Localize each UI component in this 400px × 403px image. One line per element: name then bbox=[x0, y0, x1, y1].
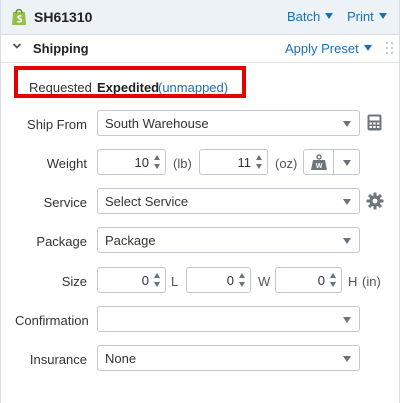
weight-lb-input[interactable]: 10 bbox=[97, 149, 166, 175]
unmapped-link[interactable]: (unmapped) bbox=[158, 80, 228, 95]
weight-label: Weight bbox=[46, 156, 87, 171]
chevron-down-icon bbox=[343, 121, 351, 127]
package-select[interactable]: Package bbox=[97, 227, 360, 253]
gear-icon[interactable] bbox=[366, 192, 384, 210]
width-unit: W bbox=[258, 274, 271, 289]
print-button[interactable]: Print bbox=[347, 9, 387, 24]
ship-from-label: Ship From bbox=[27, 117, 87, 132]
calculator-icon[interactable] bbox=[367, 114, 382, 131]
requested-service-value: Expedited bbox=[97, 80, 160, 95]
stepper-icon[interactable] bbox=[154, 155, 161, 170]
weight-oz-input[interactable]: 11 bbox=[199, 149, 268, 175]
batch-label: Batch bbox=[287, 9, 321, 24]
chevron-down-icon bbox=[343, 238, 351, 244]
insurance-label: Insurance bbox=[29, 352, 87, 367]
shipping-section-header: Shipping Apply Preset bbox=[1, 35, 399, 63]
chevron-down-icon bbox=[378, 13, 387, 19]
height-unit: H bbox=[348, 274, 358, 289]
requested-label: Requested bbox=[29, 80, 92, 95]
weight-oz-unit: (oz) bbox=[275, 156, 298, 171]
size-width-input[interactable]: 0 bbox=[186, 267, 251, 293]
ship-from-value: South Warehouse bbox=[105, 116, 209, 131]
weight-oz-value: 11 bbox=[237, 155, 252, 170]
insurance-value: None bbox=[105, 351, 137, 366]
chevron-down-icon bbox=[343, 356, 351, 362]
chevron-down-icon[interactable] bbox=[12, 41, 22, 51]
stepper-icon[interactable] bbox=[330, 273, 337, 288]
confirmation-select[interactable] bbox=[97, 306, 360, 332]
stepper-icon[interactable] bbox=[154, 273, 161, 288]
service-value: Select Service bbox=[105, 194, 189, 209]
chevron-down-icon bbox=[325, 13, 334, 19]
scale-weight-icon: W bbox=[311, 154, 327, 170]
size-length-input[interactable]: 0 bbox=[97, 267, 166, 293]
weight-lb-unit: (lb) bbox=[173, 156, 192, 171]
ship-from-select[interactable]: South Warehouse bbox=[97, 110, 360, 136]
print-label: Print bbox=[347, 9, 374, 24]
chevron-down-icon[interactable] bbox=[343, 160, 351, 166]
order-header: SH61310 Batch Print bbox=[1, 0, 399, 35]
package-label: Package bbox=[36, 234, 87, 249]
size-label: Size bbox=[61, 274, 87, 289]
chevron-down-icon bbox=[343, 317, 351, 323]
order-panel: SH61310 Batch Print Shipping Apply Prese… bbox=[0, 0, 400, 403]
confirmation-label: Confirmation bbox=[15, 313, 89, 328]
divider bbox=[333, 150, 334, 174]
service-select[interactable]: Select Service bbox=[97, 188, 360, 214]
apply-preset-label: Apply Preset bbox=[285, 41, 359, 56]
size-units: (in) bbox=[362, 274, 381, 289]
scale-button[interactable]: W bbox=[303, 149, 360, 175]
chevron-down-icon bbox=[343, 199, 351, 205]
chevron-down-icon bbox=[363, 45, 372, 51]
scale-letter: W bbox=[316, 163, 323, 170]
section-title: Shipping bbox=[33, 41, 89, 56]
drag-handle-icon[interactable] bbox=[386, 42, 394, 54]
size-width-value: 0 bbox=[226, 273, 234, 288]
package-value: Package bbox=[105, 233, 156, 248]
stepper-icon[interactable] bbox=[256, 155, 263, 170]
service-label: Service bbox=[43, 195, 87, 210]
size-length-value: 0 bbox=[141, 273, 149, 288]
insurance-select[interactable]: None bbox=[97, 345, 360, 371]
size-height-value: 0 bbox=[317, 273, 325, 288]
weight-lb-value: 10 bbox=[134, 155, 149, 170]
length-unit: L bbox=[171, 274, 179, 289]
size-height-input[interactable]: 0 bbox=[275, 267, 342, 293]
apply-preset-button[interactable]: Apply Preset bbox=[285, 41, 372, 56]
shopify-bag-icon bbox=[12, 8, 26, 25]
order-id: SH61310 bbox=[34, 9, 93, 25]
batch-button[interactable]: Batch bbox=[287, 9, 334, 24]
stepper-icon[interactable] bbox=[239, 273, 246, 288]
